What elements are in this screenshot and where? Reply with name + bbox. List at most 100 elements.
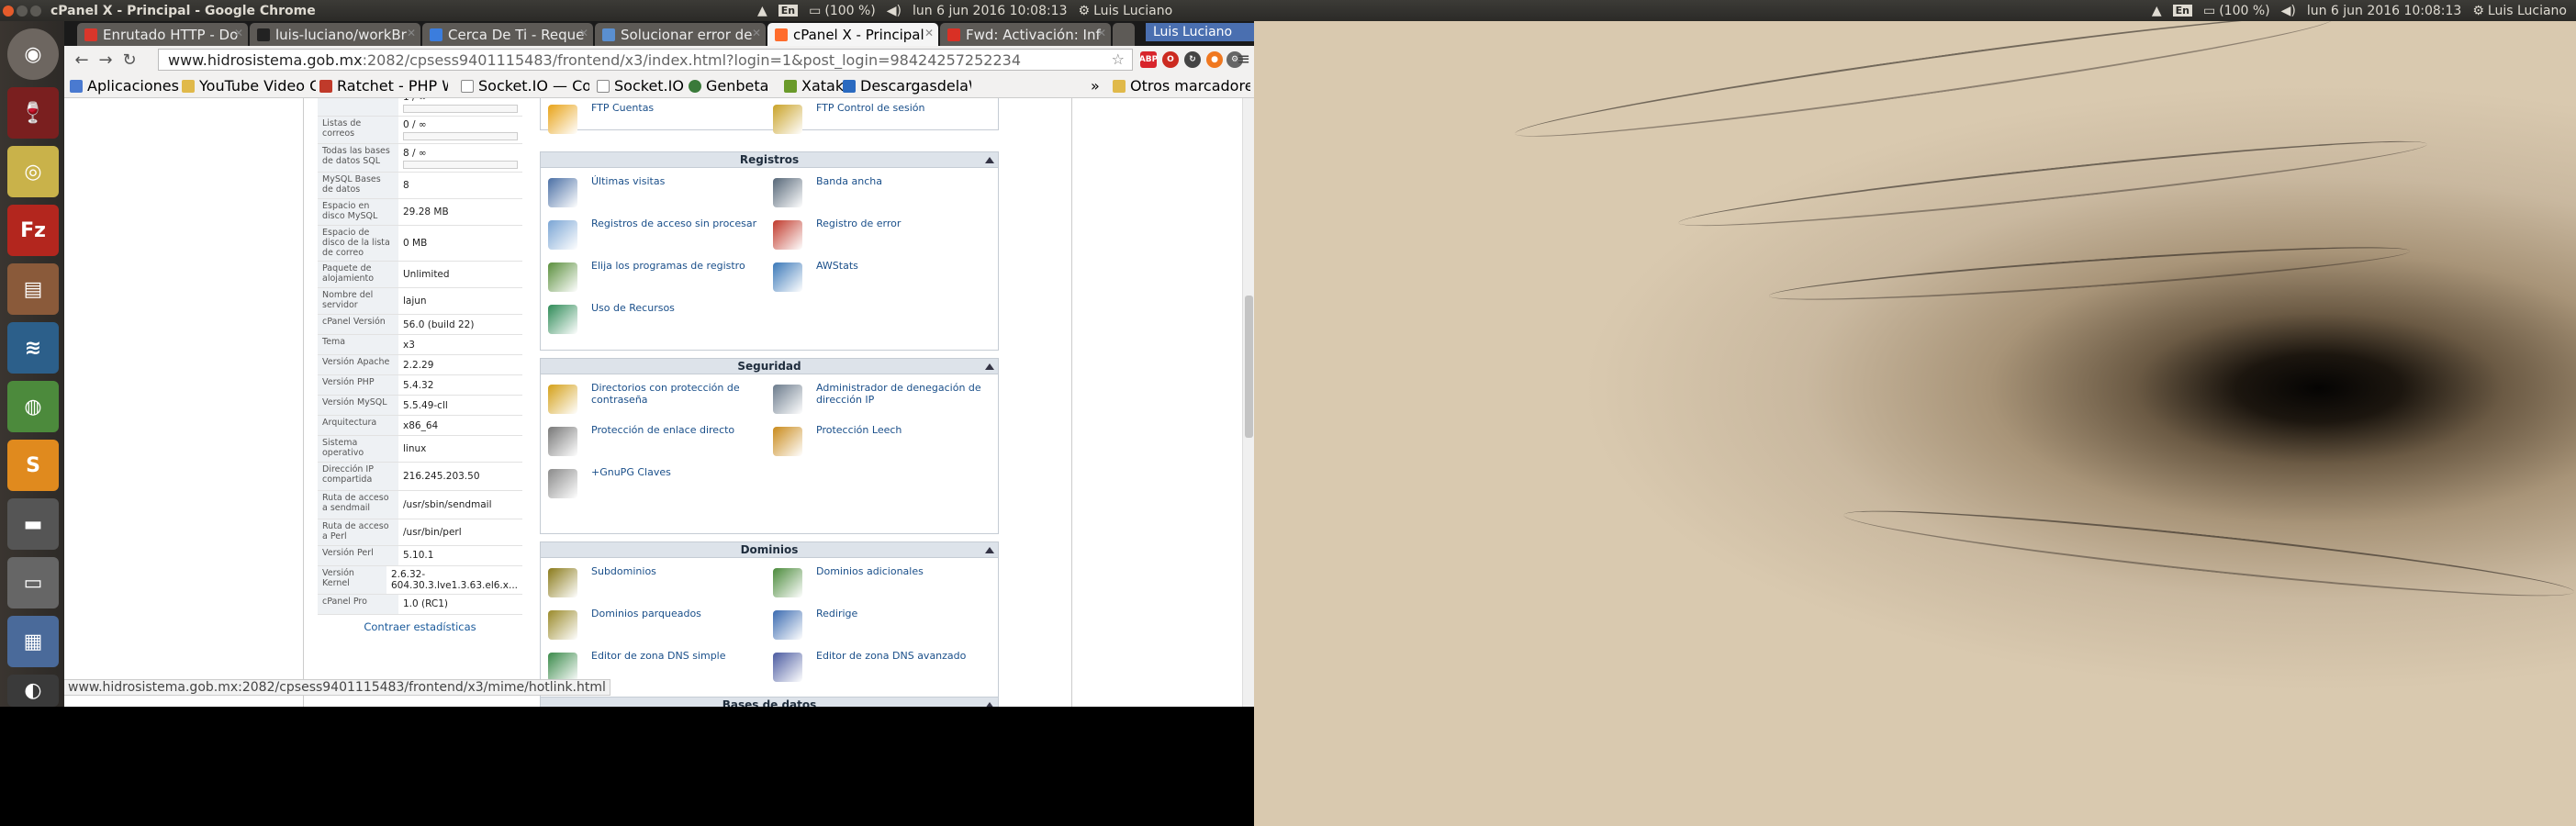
volume-icon[interactable]: ◀) [887, 4, 902, 18]
feature-link[interactable]: Dominios parqueados [541, 607, 766, 643]
bookmark-socketio[interactable]: Socket.IO [597, 77, 689, 95]
feature-link[interactable]: Registros de acceso sin procesar [541, 217, 766, 253]
forward-icon[interactable]: → [94, 50, 118, 70]
feature-link[interactable]: Protección Leech [766, 423, 991, 460]
feature-link[interactable]: Administrador de denegación de dirección… [766, 381, 991, 418]
feature-label: FTP Control de sesión [816, 102, 925, 114]
chrome-icon[interactable]: ◍ [7, 381, 59, 432]
close-window-button[interactable] [3, 5, 14, 17]
close-tab-icon[interactable]: ✕ [234, 27, 243, 39]
close-tab-icon[interactable]: ✕ [752, 27, 761, 39]
bookmark-star-icon[interactable]: ☆ [1112, 50, 1125, 68]
feature-link[interactable]: FTP Control de sesión [766, 101, 991, 138]
battery-indicator-2[interactable]: ▭ (100 %) [2203, 4, 2270, 18]
addon-domains-icon [773, 568, 802, 597]
user-menu-2[interactable]: ⚙ Luis Luciano [2472, 4, 2567, 18]
section-header[interactable]: Dominios [541, 542, 998, 558]
media-icon[interactable]: ◐ [7, 675, 59, 707]
orange-extension-icon[interactable]: ● [1206, 51, 1223, 68]
bookmarks-bar: Aplicaciones YouTube Video Co Ratchet - … [64, 73, 1254, 98]
feature-link[interactable]: AWStats [766, 259, 991, 296]
tab-solucionar[interactable]: Solucionar error de ✕ [595, 23, 766, 46]
battery-indicator[interactable]: ▭ (100 %) [809, 4, 876, 18]
bookmark-socketio-com[interactable]: Socket.IO — Com [461, 77, 589, 95]
network-icon-2[interactable]: ▲ [2152, 4, 2162, 18]
tab-cpanel[interactable]: cPanel X - Principal ✕ [767, 23, 938, 46]
feature-link[interactable]: Elija los programas de registro [541, 259, 766, 296]
file-manager-icon[interactable]: ▤ [7, 263, 59, 315]
back-icon[interactable]: ← [70, 50, 94, 70]
section-bases-de-datos: Bases de datos [540, 697, 999, 707]
feature-link[interactable]: Redirige [766, 607, 991, 643]
minimize-window-button[interactable] [17, 5, 28, 17]
sublime-text-icon[interactable]: S [7, 440, 59, 491]
feature-link[interactable]: FTP Cuentas [541, 101, 766, 138]
clock-2[interactable]: lun 6 jun 2016 10:08:13 [2307, 4, 2462, 18]
feature-label: Elija los programas de registro [591, 260, 745, 272]
user-menu[interactable]: ⚙ Luis Luciano [1079, 4, 1173, 18]
tab-fwd-activacion[interactable]: Fwd: Activación: Inf ✕ [940, 23, 1111, 46]
contract-stats-link[interactable]: Contraer estadísticas [318, 620, 522, 633]
bookmark-apps[interactable]: Aplicaciones [70, 77, 180, 95]
address-bar[interactable]: www.hidrosistema.gob.mx:2082/cpsess94011… [158, 49, 1133, 71]
bookmarks-overflow-button[interactable]: » [1091, 77, 1103, 95]
close-tab-icon[interactable]: ✕ [1097, 27, 1106, 39]
tab-enrutado[interactable]: Enrutado HTTP - Do ✕ [77, 23, 248, 46]
speakers-icon[interactable]: ◎ [7, 146, 59, 197]
shelf-icon[interactable]: ▦ [7, 616, 59, 667]
volume-icon-2[interactable]: ◀) [2281, 4, 2296, 18]
collapse-arrow-icon[interactable] [985, 547, 994, 553]
page-scrollbar[interactable] [1242, 98, 1254, 707]
feature-link[interactable]: Registro de error [766, 217, 991, 253]
close-tab-icon[interactable]: ✕ [407, 27, 416, 39]
feature-link[interactable]: Últimas visitas [541, 174, 766, 211]
bookmark-genbeta[interactable]: Genbeta [689, 77, 780, 95]
reload-icon[interactable]: ↻ [118, 50, 141, 70]
feature-link[interactable]: Protección de enlace directo [541, 423, 766, 460]
collapse-arrow-icon[interactable] [985, 702, 994, 707]
stat-row: cPanel Versión 56.0 (build 22) [318, 315, 522, 336]
section-header[interactable]: Registros [541, 152, 998, 168]
maximize-window-button[interactable] [30, 5, 41, 17]
mysql-workbench-icon[interactable]: ≋ [7, 322, 59, 374]
tab-github[interactable]: luis-luciano/workBr ✕ [250, 23, 420, 46]
bookmark-descargas[interactable]: DescargasdelaWe [843, 77, 971, 95]
feature-link[interactable]: Editor de zona DNS avanzado [766, 649, 991, 686]
clock[interactable]: lun 6 jun 2016 10:08:13 [913, 4, 1068, 18]
feature-label: Dominios parqueados [591, 608, 701, 620]
drive-icon[interactable]: ▬ [7, 498, 59, 550]
tab-cerca-de-ti[interactable]: Cerca De Ti - Reque ✕ [422, 23, 593, 46]
wine-icon[interactable]: 🍷 [7, 87, 59, 139]
profile-badge[interactable]: Luis Luciano [1146, 23, 1254, 41]
collapse-arrow-icon[interactable] [985, 157, 994, 163]
disks-icon[interactable]: ▭ [7, 557, 59, 608]
dash-home-icon[interactable]: ◉ [7, 28, 59, 80]
top-panel: cPanel X - Principal - Google Chrome ▲ E… [0, 0, 1254, 21]
collapse-arrow-icon[interactable] [985, 363, 994, 370]
section-header[interactable]: Bases de datos [541, 698, 998, 707]
filezilla-icon[interactable]: Fz [7, 205, 59, 256]
feature-link[interactable]: Dominios adicionales [766, 564, 991, 601]
close-tab-icon[interactable]: ✕ [579, 27, 588, 39]
keyboard-indicator-2[interactable]: En [2172, 5, 2192, 17]
other-bookmarks[interactable]: Otros marcadores [1113, 77, 1250, 95]
feature-link[interactable]: Banda ancha [766, 174, 991, 211]
feature-link[interactable]: Subdominios [541, 564, 766, 601]
network-icon[interactable]: ▲ [757, 4, 767, 18]
gnupg-icon [548, 469, 577, 498]
section-header[interactable]: Seguridad [541, 359, 998, 374]
keyboard-indicator[interactable]: En [778, 5, 799, 17]
adblock-icon[interactable]: ABP [1139, 51, 1158, 68]
scrollbar-thumb[interactable] [1245, 296, 1253, 438]
new-tab-button[interactable] [1113, 23, 1135, 46]
sheet-music-line [1676, 128, 2429, 239]
close-tab-icon[interactable]: ✕ [924, 27, 934, 39]
sync-extension-icon[interactable]: ↻ [1184, 51, 1201, 68]
bookmark-youtube[interactable]: YouTube Video Co [182, 77, 316, 95]
opera-icon[interactable]: O [1162, 51, 1179, 68]
feature-link[interactable]: Uso de Recursos [541, 301, 766, 338]
feature-link[interactable]: +GnuPG Claves [541, 465, 766, 502]
menu-icon[interactable]: ≡ [1237, 50, 1250, 69]
bookmark-ratchet[interactable]: Ratchet - PHP We [319, 77, 448, 95]
feature-link[interactable]: Directorios con protección de contraseña [541, 381, 766, 418]
